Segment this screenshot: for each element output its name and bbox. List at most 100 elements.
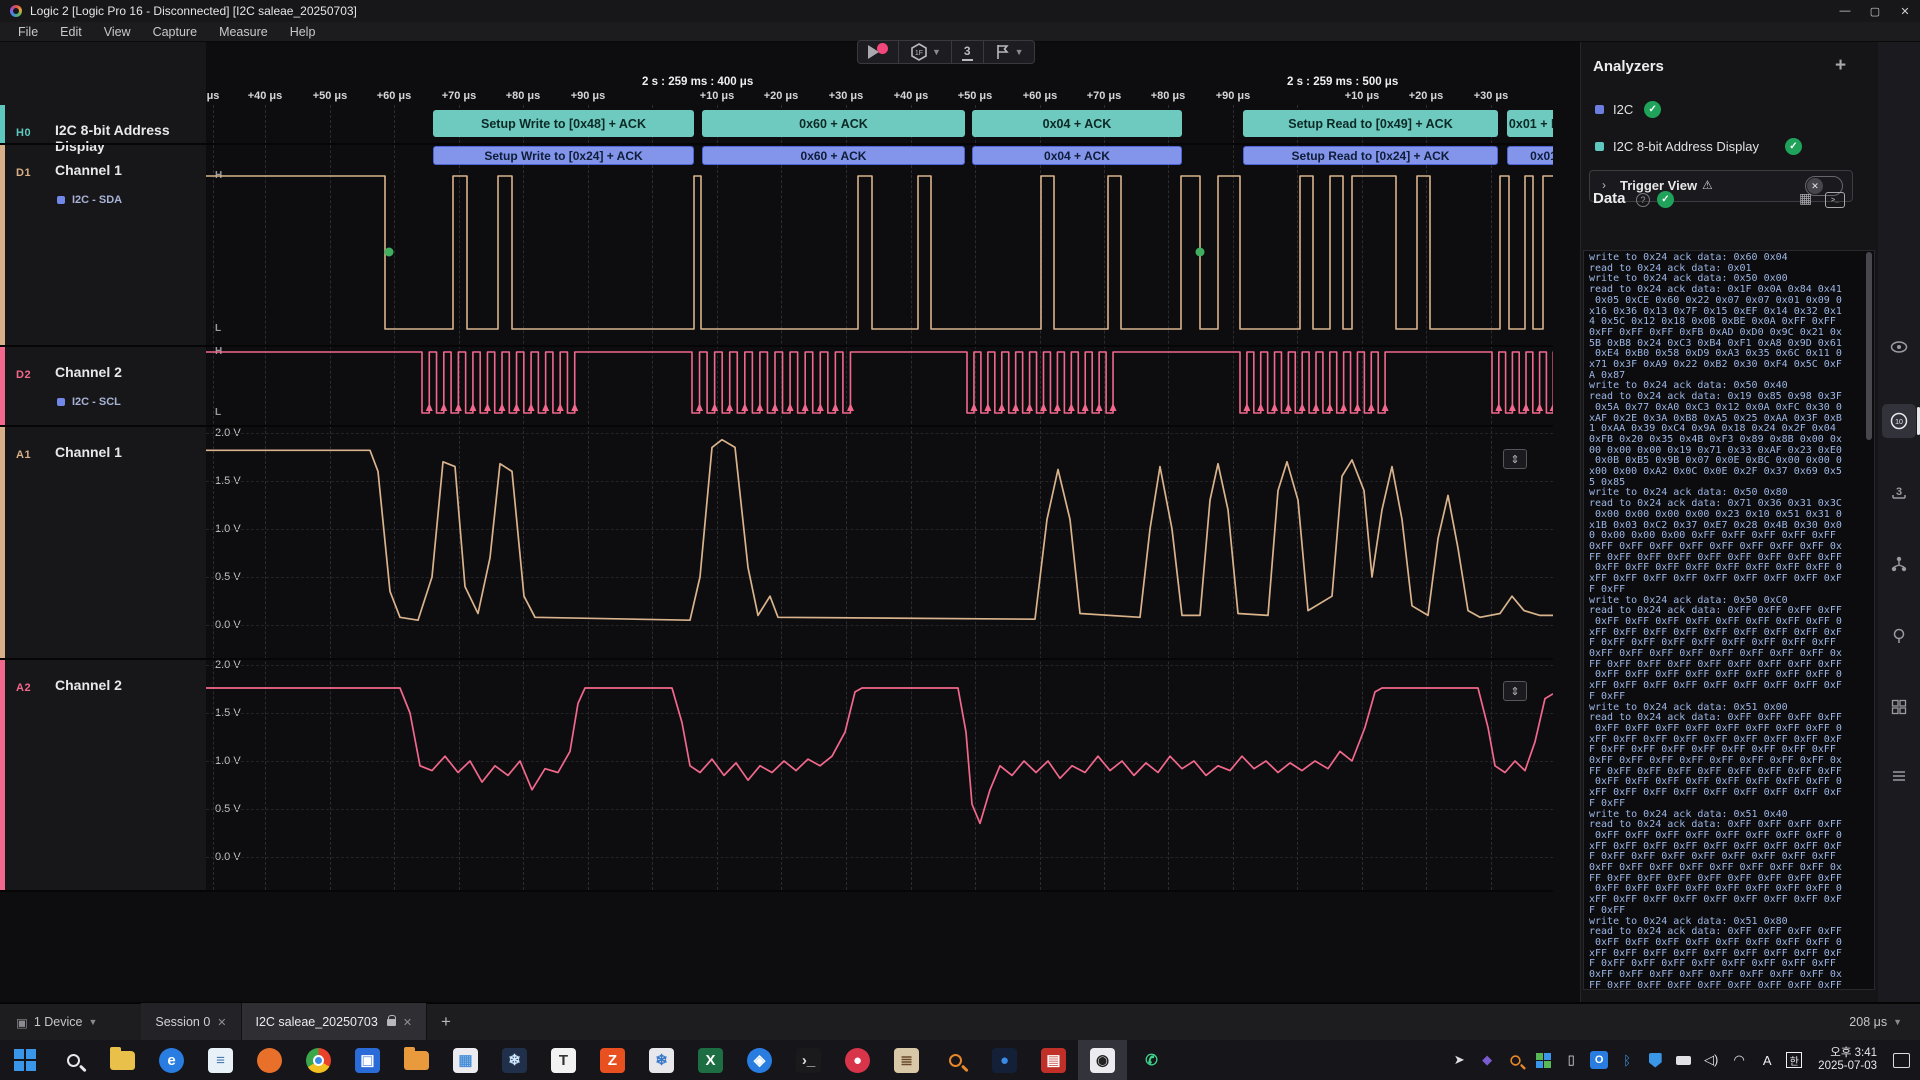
scl-rise-arrow-icon	[557, 403, 564, 411]
chrome-browser[interactable]	[294, 1040, 343, 1080]
file-explorer[interactable]	[98, 1040, 147, 1080]
i2c-frame-bubble[interactable]: Setup Write to [0x24] + ACK	[433, 146, 694, 165]
phone-app[interactable]: ✆	[1127, 1040, 1176, 1080]
notepad-app[interactable]: ≡	[196, 1040, 245, 1080]
i2c-frame-bubble[interactable]: 0x01	[1507, 146, 1553, 165]
win-colors-icon[interactable]	[1534, 1051, 1552, 1069]
measurements-icon[interactable]: 10	[1886, 408, 1912, 434]
menu-help[interactable]: Help	[280, 23, 326, 41]
gridline	[330, 105, 331, 890]
edge-browser[interactable]: e	[147, 1040, 196, 1080]
analyzers-flow-icon[interactable]	[1886, 551, 1912, 577]
autoscale-button[interactable]: ⇕	[1503, 681, 1527, 701]
display-radix-button[interactable]: 1F ▼	[899, 41, 951, 63]
speaker-icon[interactable]: ◁)	[1702, 1051, 1720, 1069]
close-button[interactable]: ✕	[1890, 0, 1920, 22]
console-scrollbar[interactable]	[1866, 252, 1872, 440]
play-capture-button[interactable]	[858, 41, 898, 63]
annotations-flag-button[interactable]: ▼	[984, 41, 1034, 63]
snowflake-app[interactable]: ❄	[490, 1040, 539, 1080]
chevron-down-icon: ▼	[88, 1017, 97, 1027]
device-chooser[interactable]: ▣ 1 Device ▼	[0, 1003, 113, 1041]
menu-edit[interactable]: Edit	[50, 23, 92, 41]
add-analyzer-button[interactable]: +	[1835, 55, 1846, 77]
red-book-app[interactable]: ▤	[1029, 1040, 1078, 1080]
menu-view[interactable]: View	[94, 23, 141, 41]
blue-dot-app[interactable]: ●	[980, 1040, 1029, 1080]
analyzer-item-i2c-8bit[interactable]: I2C 8-bit Address Display	[1613, 139, 1759, 154]
compass-browser[interactable]: ◈	[735, 1040, 784, 1080]
list-icon[interactable]	[1886, 763, 1912, 789]
ruler-tick-label: +20 μs	[764, 90, 799, 102]
waveform-canvas[interactable]: μs+40 μs+50 μs+60 μs+70 μs+80 μs+90 μs+1…	[206, 42, 1553, 890]
menu-file[interactable]: File	[8, 23, 48, 41]
notes-pin-icon[interactable]	[1886, 623, 1912, 649]
outlook-icon[interactable]: O	[1590, 1051, 1608, 1069]
timing-markers-button[interactable]: 3	[952, 41, 983, 63]
data-console[interactable]: write to 0x24 ack data: 0x60 0x04read to…	[1583, 250, 1875, 990]
timing-markers-icon[interactable]: 3	[1886, 480, 1912, 506]
extensions-grid-icon[interactable]	[1886, 694, 1912, 720]
badge-app-icon[interactable]: ◆	[1478, 1051, 1496, 1069]
i2c-frame-bubble[interactable]: 0x60 + ACK	[702, 146, 965, 165]
bottom-bar: ▣ 1 Device ▼ Session 0✕I2C saleae_202507…	[0, 1002, 1920, 1040]
docs-app[interactable]: ≣	[882, 1040, 931, 1080]
tab-close-button[interactable]: ✕	[403, 1016, 412, 1029]
ime-korean-icon[interactable]: 한	[1786, 1052, 1802, 1068]
excel-app[interactable]: X	[686, 1040, 735, 1080]
storage-app[interactable]: ▣	[343, 1040, 392, 1080]
wifi-icon[interactable]: ◠	[1730, 1051, 1748, 1069]
new-tab-button[interactable]: +	[427, 1012, 465, 1032]
menu-capture[interactable]: Capture	[143, 23, 207, 41]
ruler-tick-label: +90 μs	[1216, 90, 1251, 102]
z-app[interactable]: Z	[588, 1040, 637, 1080]
autoscale-button[interactable]: ⇕	[1503, 449, 1527, 469]
tab-close-button[interactable]: ✕	[217, 1016, 226, 1029]
windows-start[interactable]	[0, 1040, 49, 1080]
folder-app[interactable]	[392, 1040, 441, 1080]
media-app[interactable]: ●	[833, 1040, 882, 1080]
trigger-marker-dot[interactable]	[1196, 248, 1205, 257]
t-doc-app[interactable]: T	[539, 1040, 588, 1080]
photos-app[interactable]: ▦	[441, 1040, 490, 1080]
search-orange-app[interactable]	[931, 1040, 980, 1080]
trigger-view-row[interactable]: › Trigger View ⚠ ✕	[1589, 170, 1853, 202]
scl-rise-arrow-icon	[1110, 403, 1117, 411]
tray-search-icon[interactable]	[1506, 1051, 1524, 1069]
i2c-address-bubble[interactable]: 0x60 + ACK	[702, 110, 965, 137]
taskbar-clock[interactable]: 오후 3:412025-07-03	[1812, 1047, 1883, 1073]
tab-session-0[interactable]: Session 0✕	[141, 1003, 241, 1041]
trigger-marker-dot[interactable]	[385, 248, 394, 257]
voltage-gridline	[206, 761, 1553, 762]
annotations-eye-icon[interactable]	[1886, 334, 1912, 360]
i2c-address-bubble[interactable]: Setup Read to [0x49] + ACK	[1243, 110, 1498, 137]
firefox-browser[interactable]	[245, 1040, 294, 1080]
zoom-level-control[interactable]: 208 μs ▼	[1849, 1015, 1920, 1029]
i2c-address-bubble[interactable]: 0x04 + ACK	[972, 110, 1182, 137]
bluetooth-icon[interactable]: ᛒ	[1618, 1051, 1636, 1069]
ime-a-icon[interactable]: A	[1758, 1051, 1776, 1069]
taskbar-search[interactable]	[49, 1040, 98, 1080]
ruler-tick-label: +70 μs	[1087, 90, 1122, 102]
tab-i2c-saleae-20250703[interactable]: I2C saleae_20250703✕	[242, 1003, 428, 1041]
table-view-icon[interactable]: ▦	[1799, 190, 1812, 207]
help-question-icon[interactable]: ?	[1636, 193, 1650, 207]
i2c-address-bubble[interactable]: 0x01 + NAK	[1507, 110, 1553, 137]
logic2-app[interactable]: ◉	[1078, 1040, 1127, 1080]
analyzer-item-i2c[interactable]: I2C	[1613, 102, 1633, 117]
pointer-shield-icon[interactable]: ➤	[1450, 1051, 1468, 1069]
ruler-tick-label: +30 μs	[1474, 90, 1509, 102]
minimize-button[interactable]: —	[1830, 0, 1860, 22]
battery-icon[interactable]	[1674, 1051, 1692, 1069]
maximize-button[interactable]: ▢	[1860, 0, 1890, 22]
snowflake-app-2[interactable]: ❄	[637, 1040, 686, 1080]
i2c-frame-bubble[interactable]: Setup Read to [0x24] + ACK	[1243, 146, 1498, 165]
usb-icon[interactable]: ▯	[1562, 1051, 1580, 1069]
i2c-frame-bubble[interactable]: 0x04 + ACK	[972, 146, 1182, 165]
terminal-view-icon[interactable]: >_	[1825, 192, 1845, 208]
defender-shield-icon[interactable]	[1646, 1051, 1664, 1069]
menu-measure[interactable]: Measure	[209, 23, 278, 41]
i2c-address-bubble[interactable]: Setup Write to [0x48] + ACK	[433, 110, 694, 137]
notification-center-icon[interactable]	[1893, 1053, 1910, 1068]
terminal-app[interactable]: ›_	[784, 1040, 833, 1080]
